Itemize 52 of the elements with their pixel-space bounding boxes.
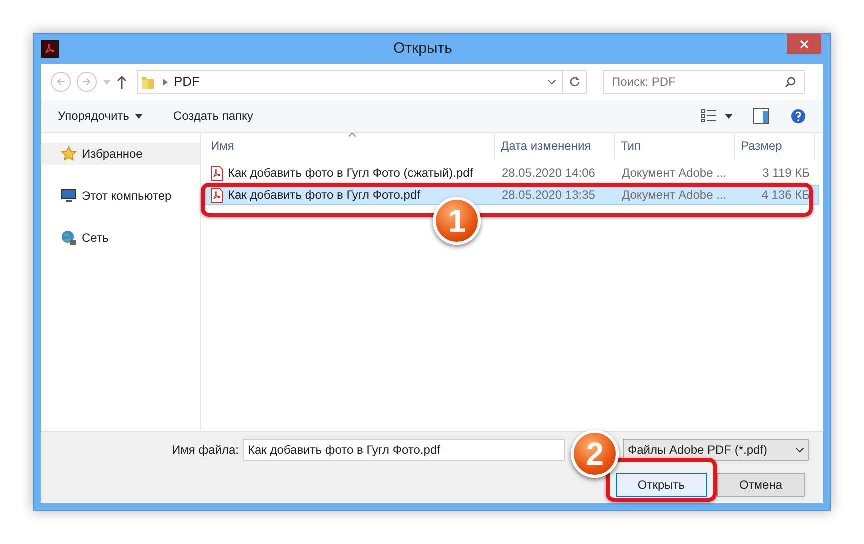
refresh-icon[interactable] xyxy=(568,76,580,88)
left-arrow-icon xyxy=(56,77,66,87)
folder-icon xyxy=(141,74,155,90)
chevron-icon xyxy=(163,78,168,86)
file-type-select[interactable]: Файлы Adobe PDF (*.pdf) xyxy=(623,439,809,461)
file-type: Документ Adobe ... xyxy=(621,165,728,182)
caret-icon xyxy=(135,114,144,118)
search-field[interactable]: Поиск: PDF xyxy=(603,70,805,94)
step-number-badge: 1 xyxy=(433,197,481,245)
file-size: 4 136 КБ xyxy=(760,187,811,204)
pdf-file-icon xyxy=(211,188,223,202)
pdf-file-icon xyxy=(211,166,223,180)
file-name: Как добавить фото в Гугл Фото.pdf xyxy=(228,187,420,204)
close-button[interactable] xyxy=(787,34,821,54)
up-arrow-icon[interactable] xyxy=(117,75,127,89)
file-size: 3 119 КБ xyxy=(762,165,811,182)
file-row[interactable]: Как добавить фото в Гугл Фото (сжатый).pdf 28.05.2020 14:06 Документ Adobe ... 3 119 КБ xyxy=(205,163,819,183)
right-arrow-icon xyxy=(82,77,92,87)
sidebar-item[interactable]: Избранное xyxy=(41,143,200,165)
chevron-down-icon xyxy=(796,448,804,452)
column-header[interactable]: Размер xyxy=(735,133,815,159)
search-placeholder: Поиск: PDF xyxy=(612,74,677,91)
address-bar[interactable]: PDF xyxy=(137,70,587,94)
view-options-icon[interactable] xyxy=(701,109,717,123)
preview-pane-icon[interactable] xyxy=(753,108,769,124)
sidebar-item[interactable]: Сеть xyxy=(41,227,200,249)
help-icon[interactable] xyxy=(791,108,806,124)
step-number-badge: 2 xyxy=(571,430,619,478)
column-header[interactable]: Тип xyxy=(615,133,735,159)
open-button[interactable]: Открыть xyxy=(616,473,707,497)
file-name: Как добавить фото в Гугл Фото (сжатый).pdf xyxy=(228,165,474,182)
search-icon xyxy=(785,76,796,88)
chevron-down-icon[interactable] xyxy=(548,80,556,84)
star-icon xyxy=(61,146,77,162)
sidebar-item[interactable]: Этот компьютер xyxy=(41,185,200,207)
new-folder-button[interactable]: Создать папку xyxy=(173,107,254,125)
pdf-app-icon xyxy=(41,40,59,58)
filename-label: Имя файла: xyxy=(171,442,239,459)
close-icon xyxy=(800,40,808,48)
window-title: Открыть xyxy=(394,38,452,59)
file-date: 28.05.2020 13:35 xyxy=(501,187,596,204)
column-header[interactable]: Имя xyxy=(205,133,495,159)
file-date: 28.05.2020 14:06 xyxy=(501,165,596,182)
path-segment[interactable]: PDF xyxy=(174,72,200,92)
file-type: Документ Adobe ... xyxy=(621,187,728,204)
globe-icon xyxy=(61,230,77,246)
computer-icon xyxy=(61,188,77,204)
filename-field[interactable]: Как добавить фото в Гугл Фото.pdf xyxy=(243,439,565,461)
cancel-button[interactable]: Отмена xyxy=(717,473,805,497)
column-header[interactable]: Дата изменения xyxy=(495,133,615,159)
caret-icon[interactable] xyxy=(725,114,733,118)
organize-button[interactable]: Упорядочить xyxy=(58,107,144,125)
